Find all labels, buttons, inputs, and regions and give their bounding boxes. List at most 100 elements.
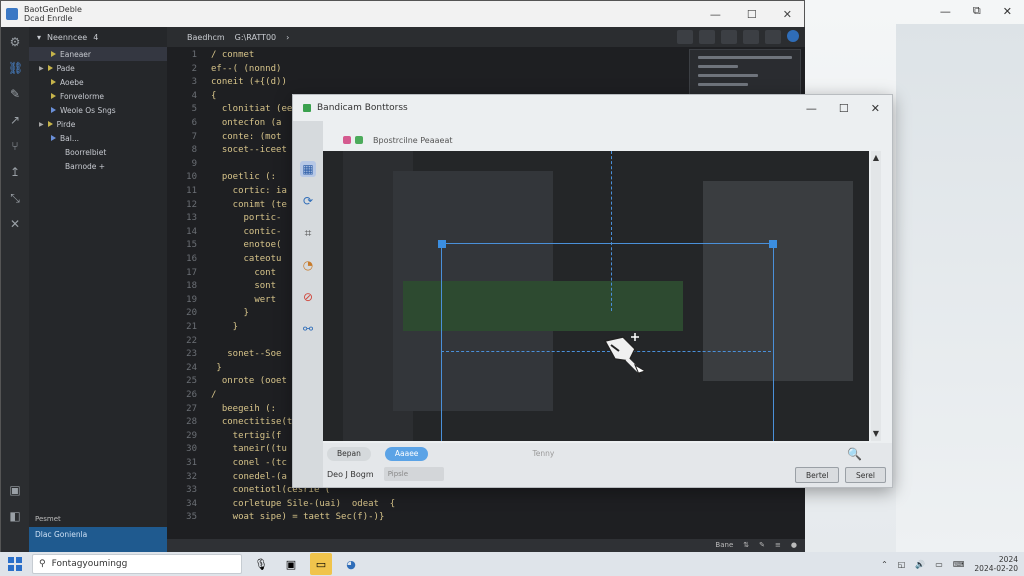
secondary-button[interactable]: Serel (845, 467, 886, 483)
editor-tab[interactable]: Baedhcm (187, 33, 225, 42)
close-icon[interactable]: ✕ (871, 102, 880, 115)
sidebar-status-text: Dlac Gonienla (35, 530, 88, 539)
link-icon[interactable]: ⛓ (8, 61, 23, 75)
taskview-icon[interactable]: ▣ (280, 553, 302, 575)
code-text: portic- (211, 213, 282, 224)
volume-icon[interactable]: 🔊 (915, 560, 925, 569)
tree-item[interactable]: Aoebe (29, 75, 167, 89)
line-number: 16 (186, 254, 197, 264)
code-line: 35 woat sipe) = taett Sec(f)-)} (167, 511, 787, 524)
maximize-icon[interactable]: ☐ (839, 102, 849, 115)
color-swatch-icon[interactable] (343, 136, 351, 144)
code-text: } (211, 322, 239, 332)
code-text: cortic: ia (211, 186, 287, 196)
footer-field[interactable]: Pipsle (383, 467, 444, 481)
code-text: cont (211, 267, 277, 278)
tree-item[interactable]: Bal... (29, 131, 167, 145)
link-icon[interactable]: ⚯ (300, 321, 316, 337)
sidebar-status: Pesmet Dlac Gonienla (29, 515, 167, 553)
edge-icon[interactable]: ◕ (340, 553, 362, 575)
footer-row: Deo J Bogm Pipsle (327, 467, 444, 481)
taskbar-search[interactable]: ⚲ Fontagyoumingg (32, 554, 242, 574)
minimize-icon[interactable]: — (940, 5, 951, 18)
search-icon[interactable]: 🔍 (847, 447, 862, 461)
debug-icon[interactable] (743, 30, 759, 44)
mic-icon[interactable]: 🎙 (250, 553, 272, 575)
menu-icon[interactable]: ≡ (775, 541, 781, 549)
record-icon[interactable]: ⊘ (300, 289, 316, 305)
line-number: 14 (186, 226, 197, 237)
activity-bar: ⚙ ⛓ ✎ ↗ ⑂ ↥ ⤡ ✕ ▣ ◧ (1, 27, 29, 553)
code-text: conel -(tc (211, 458, 287, 468)
run-icon[interactable] (721, 30, 737, 44)
refresh-icon[interactable]: ⟳ (300, 193, 316, 209)
language-icon[interactable]: ⌨ (953, 560, 965, 569)
tools-icon[interactable]: ✕ (8, 217, 22, 231)
window-icon[interactable]: ▦ (300, 161, 316, 177)
maximize-icon[interactable]: ☐ (747, 8, 757, 21)
file-icon (51, 135, 56, 141)
split-icon[interactable] (699, 30, 715, 44)
line-number: 1 (191, 50, 197, 60)
code-text: conimt (te (211, 199, 287, 210)
code-text: conedel-(a (211, 471, 287, 482)
audio-icon[interactable]: ◔ (300, 257, 316, 273)
line-number: 17 (186, 267, 197, 278)
tab-tenny[interactable]: Tenny (522, 447, 564, 461)
minimize-icon[interactable]: — (806, 102, 817, 115)
resize-handle[interactable] (438, 240, 446, 248)
close-icon[interactable]: ✕ (783, 8, 792, 21)
terminal-icon[interactable]: ▣ (8, 483, 22, 497)
scroll-down-icon[interactable]: ▼ (871, 429, 881, 439)
editor-tabbar: Baedhcm G:\RATT00 › (167, 27, 805, 47)
tab-aaaee[interactable]: Aaaee (384, 447, 429, 461)
chevron-right-icon[interactable]: › (286, 33, 289, 42)
notification-icon[interactable]: ● (791, 541, 797, 549)
line-number: 20 (186, 308, 197, 319)
tree-item[interactable]: Fonvelorme (29, 89, 167, 103)
tree-item[interactable]: ▶ Pade (29, 61, 167, 75)
start-button[interactable] (8, 557, 22, 571)
pen-icon[interactable]: ✎ (8, 87, 22, 101)
account-icon[interactable] (787, 30, 799, 42)
code-text: sonet--Soe (211, 349, 282, 360)
panel-icon[interactable]: ◧ (8, 509, 22, 523)
explorer-sidebar: ▾ Neenncee 4 Eaneaer ▶ Pade Aoebe Fonvelo… (29, 27, 167, 553)
line-number: 7 (191, 131, 197, 142)
gear-icon[interactable]: ⚙ (8, 35, 22, 49)
tree-item[interactable]: Weole Os Sngs (29, 103, 167, 117)
settings-icon[interactable] (765, 30, 781, 44)
tree-item[interactable]: Boorrelbiet (29, 145, 167, 159)
wrench-icon[interactable]: ⤡ (8, 191, 22, 205)
arrow-icon[interactable]: ↗ (8, 113, 22, 127)
file-explorer-icon[interactable]: ▭ (310, 553, 332, 575)
branch-icon[interactable]: ⑂ (8, 139, 22, 153)
scroll-up-icon[interactable]: ▲ (871, 153, 881, 163)
resize-handle[interactable] (769, 240, 777, 248)
line-number: 28 (186, 417, 197, 428)
sync-icon[interactable]: ⇅ (743, 541, 749, 549)
tree-item[interactable]: Barnode + (29, 159, 167, 173)
restore-icon[interactable]: ⧉ (973, 4, 981, 18)
tree-item[interactable]: ▶ Pirde (29, 117, 167, 131)
layout-icon[interactable] (677, 30, 693, 44)
minimize-icon[interactable]: — (710, 8, 721, 21)
clock[interactable]: 2024 2024-02-20 (974, 555, 1018, 573)
tree-item[interactable]: Eaneaer (29, 47, 167, 61)
battery-icon[interactable]: ▭ (935, 560, 943, 569)
code-text: } (211, 308, 249, 319)
chevron-down-icon[interactable]: ▾ (37, 33, 41, 42)
chevron-up-icon[interactable]: ⌃ (881, 560, 888, 569)
close-icon[interactable]: ✕ (1003, 5, 1012, 18)
tab-bepan[interactable]: Bepan (327, 447, 371, 461)
primary-button[interactable]: Bertel (795, 467, 840, 483)
edit-icon[interactable]: ✎ (759, 541, 765, 549)
pin-icon[interactable]: ↥ (8, 165, 22, 179)
network-icon[interactable]: ◱ (898, 560, 906, 569)
preview-scrollbar[interactable]: ▲ ▼ (871, 151, 881, 441)
line-number: 3 (191, 77, 197, 88)
crop-icon[interactable]: ⌗ (300, 225, 316, 241)
code-text: poetlic (: (211, 172, 277, 183)
capture-preview[interactable] (323, 151, 869, 441)
color-swatch-icon[interactable] (355, 136, 363, 144)
